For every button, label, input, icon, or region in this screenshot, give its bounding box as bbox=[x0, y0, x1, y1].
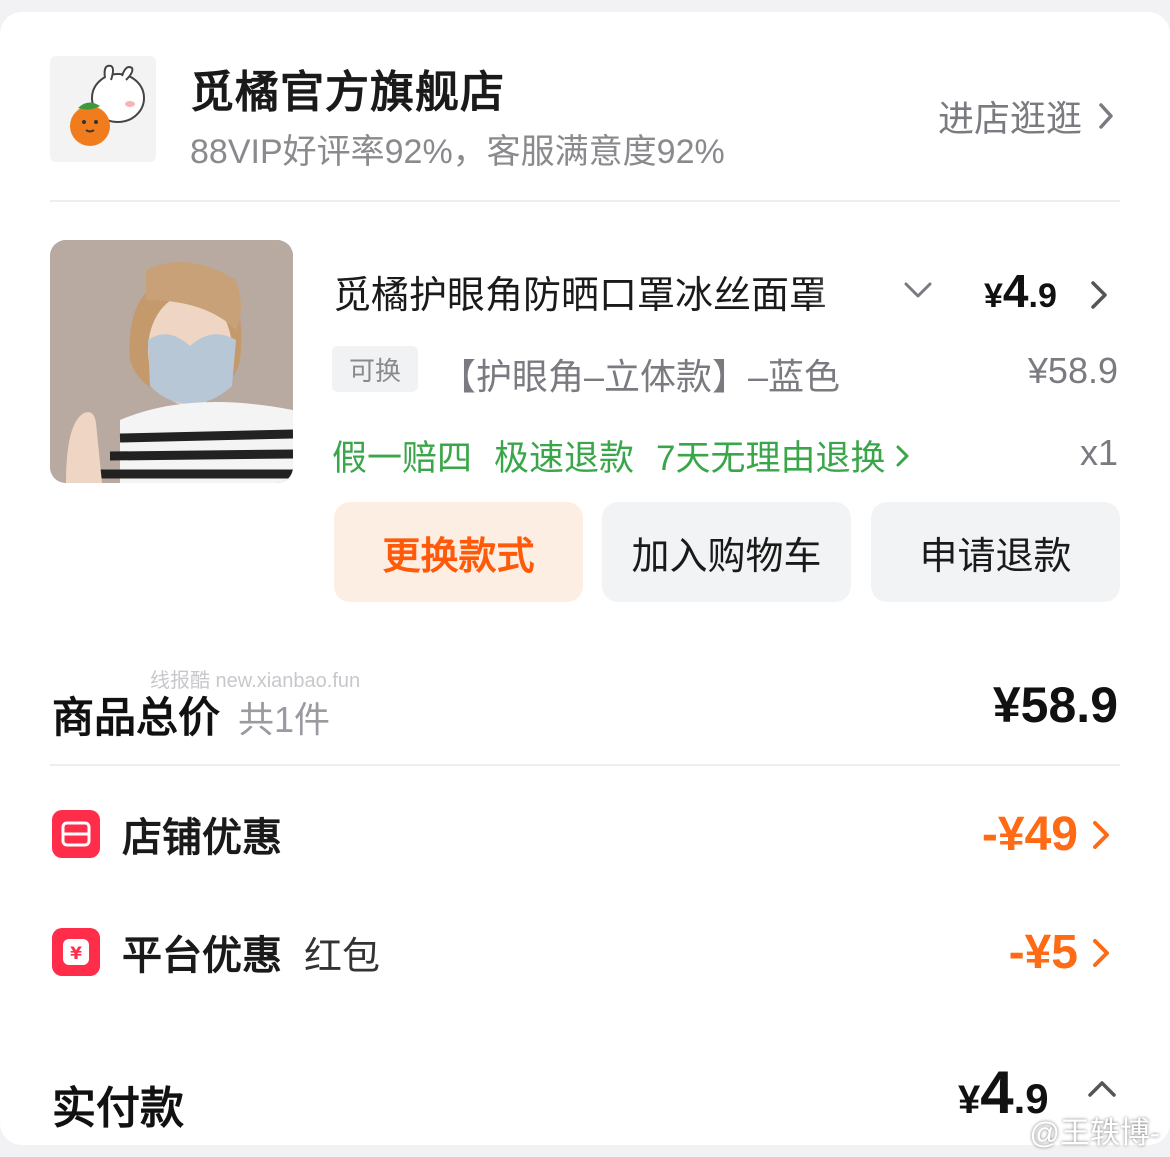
enter-store-link[interactable]: 进店逛逛 bbox=[938, 90, 1116, 142]
price-currency: ¥ bbox=[984, 277, 1003, 315]
service-guarantees[interactable]: 假一赔四 极速退款 7天无理由退换 bbox=[332, 430, 912, 481]
platform-discount-row[interactable]: ¥ 平台优惠 红包 -¥5 bbox=[52, 922, 1120, 982]
price-decimal: .9 bbox=[1028, 277, 1057, 315]
store-name[interactable]: 觅橘官方旗舰店 bbox=[190, 56, 505, 120]
enter-store-label: 进店逛逛 bbox=[937, 98, 1082, 139]
product-price[interactable]: ¥ 4 .9 bbox=[984, 264, 1057, 318]
service-item: 极速退款 bbox=[494, 439, 635, 478]
goods-total-value: ¥58.9 bbox=[992, 677, 1118, 733]
chevron-right-icon[interactable] bbox=[1088, 278, 1110, 312]
platform-discount-value: -¥5 bbox=[1008, 925, 1078, 979]
service-item: 7天无理由退换 bbox=[656, 439, 886, 478]
product-sku[interactable]: 【护眼角–立体款】–蓝色 bbox=[440, 348, 840, 400]
order-card: 觅橘官方旗舰店 88VIP好评率92%，客服满意度92% 进店逛逛 觅橘护眼角防… bbox=[0, 12, 1170, 1145]
original-price: ¥58.9 bbox=[1027, 350, 1118, 391]
store-icon bbox=[52, 810, 100, 858]
platform-discount-label: 平台优惠 bbox=[122, 934, 282, 978]
product-image[interactable] bbox=[50, 240, 293, 483]
chevron-right-icon bbox=[896, 445, 908, 466]
divider bbox=[50, 764, 1120, 766]
divider bbox=[50, 200, 1120, 202]
store-discount-row[interactable]: 店铺优惠 -¥49 bbox=[52, 804, 1120, 864]
price-integer: 4 bbox=[1002, 265, 1029, 317]
chevron-right-icon bbox=[1093, 821, 1109, 849]
add-to-cart-button[interactable]: 加入购物车 bbox=[602, 502, 851, 602]
red-packet-icon: ¥ bbox=[52, 928, 100, 976]
store-discount-value: -¥49 bbox=[981, 807, 1078, 861]
chevron-down-icon[interactable] bbox=[902, 280, 934, 300]
exchangeable-tag: 可换 bbox=[332, 346, 418, 392]
goods-count: 共1件 bbox=[238, 699, 331, 740]
quantity: x1 bbox=[1079, 432, 1118, 473]
actual-payment-label: 实付款 bbox=[52, 1084, 184, 1133]
platform-discount-sub: 红包 bbox=[304, 935, 381, 978]
weibo-handle: @王轶博- bbox=[1029, 1117, 1160, 1150]
request-refund-button[interactable]: 申请退款 bbox=[871, 502, 1120, 602]
pay-currency: ¥ bbox=[958, 1078, 981, 1122]
product-title[interactable]: 觅橘护眼角防晒口罩冰丝面罩 bbox=[333, 264, 893, 319]
svg-text:¥: ¥ bbox=[70, 944, 82, 964]
store-discount-label: 店铺优惠 bbox=[122, 816, 282, 860]
weibo-watermark: @王轶博- bbox=[990, 1108, 1160, 1152]
chevron-right-icon bbox=[1099, 103, 1113, 129]
goods-total-label: 商品总价 共1件 bbox=[52, 684, 330, 745]
goods-total-title: 商品总价 bbox=[52, 694, 221, 741]
chevron-up-icon[interactable] bbox=[1086, 1078, 1118, 1100]
service-item: 假一赔四 bbox=[332, 439, 473, 478]
chevron-right-icon bbox=[1093, 939, 1109, 967]
change-style-button[interactable]: 更换款式 bbox=[334, 502, 583, 602]
weibo-icon bbox=[990, 1118, 1022, 1144]
store-logo[interactable] bbox=[50, 56, 156, 162]
store-rating: 88VIP好评率92%，客服满意度92% bbox=[190, 133, 725, 171]
